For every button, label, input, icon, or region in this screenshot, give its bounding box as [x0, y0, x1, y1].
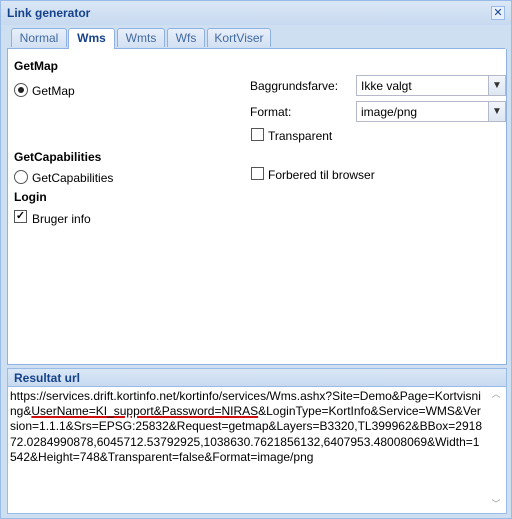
getmap-section-title: GetMap	[14, 59, 59, 73]
transparent-checkbox[interactable]	[251, 128, 264, 141]
getcapabilities-radio[interactable]	[14, 170, 28, 184]
close-icon[interactable]: ✕	[491, 6, 505, 20]
transparent-label: Transparent	[268, 129, 333, 143]
result-url-header: Resultat url	[8, 369, 506, 387]
format-label: Format:	[250, 105, 292, 119]
background-color-select[interactable]: Ikke valgt ▼	[356, 75, 506, 96]
checkmark-icon: ✓	[15, 210, 26, 222]
result-url-textarea[interactable]: https://services.drift.kortinfo.net/kort…	[10, 389, 484, 465]
title-bar[interactable]: Link generator ✕	[1, 1, 511, 25]
tab-wms[interactable]: Wms	[68, 28, 115, 49]
window-title: Link generator	[7, 6, 91, 20]
chevron-down-icon[interactable]: ﹀	[490, 499, 502, 509]
user-info-label: Bruger info	[32, 212, 91, 226]
chevron-down-icon[interactable]: ▼	[488, 102, 505, 121]
wms-panel: GetMap GetMap Baggrundsfarve: Ikke valgt…	[7, 49, 507, 365]
getmap-radio[interactable]	[14, 83, 28, 97]
prepare-browser-checkbox[interactable]	[251, 167, 264, 180]
chevron-down-icon[interactable]: ▼	[488, 76, 505, 95]
prepare-browser-label: Forbered til browser	[268, 168, 375, 182]
result-url-panel: Resultat url https://services.drift.kort…	[7, 368, 507, 514]
tab-strip: Normal Wms Wmts Wfs KortViser	[7, 28, 505, 49]
tab-kortviser[interactable]: KortViser	[207, 28, 271, 47]
login-section-title: Login	[14, 190, 47, 204]
url-credentials-highlight: UserName=KI_support&Password=NIRAS	[31, 404, 259, 419]
background-color-value: Ikke valgt	[361, 79, 412, 93]
tab-wfs[interactable]: Wfs	[167, 28, 205, 47]
tab-normal[interactable]: Normal	[11, 28, 67, 47]
getmap-radio-label: GetMap	[32, 84, 75, 98]
format-select[interactable]: image/png ▼	[356, 101, 506, 122]
link-generator-window: Link generator ✕ Normal Wms Wmts Wfs Kor…	[0, 0, 512, 519]
format-value: image/png	[361, 105, 418, 119]
radio-selected-dot	[18, 87, 24, 93]
tab-wmts[interactable]: Wmts	[117, 28, 165, 47]
chevron-up-icon[interactable]: ︿	[490, 389, 502, 399]
user-info-checkbox[interactable]: ✓	[14, 210, 27, 223]
result-url-title: Resultat url	[14, 371, 81, 385]
getcapabilities-radio-label: GetCapabilities	[32, 171, 114, 185]
background-color-label: Baggrundsfarve:	[250, 79, 339, 93]
textarea-scrollbar[interactable]: ︿ ﹀	[490, 389, 502, 509]
getcapabilities-section-title: GetCapabilities	[14, 150, 102, 164]
